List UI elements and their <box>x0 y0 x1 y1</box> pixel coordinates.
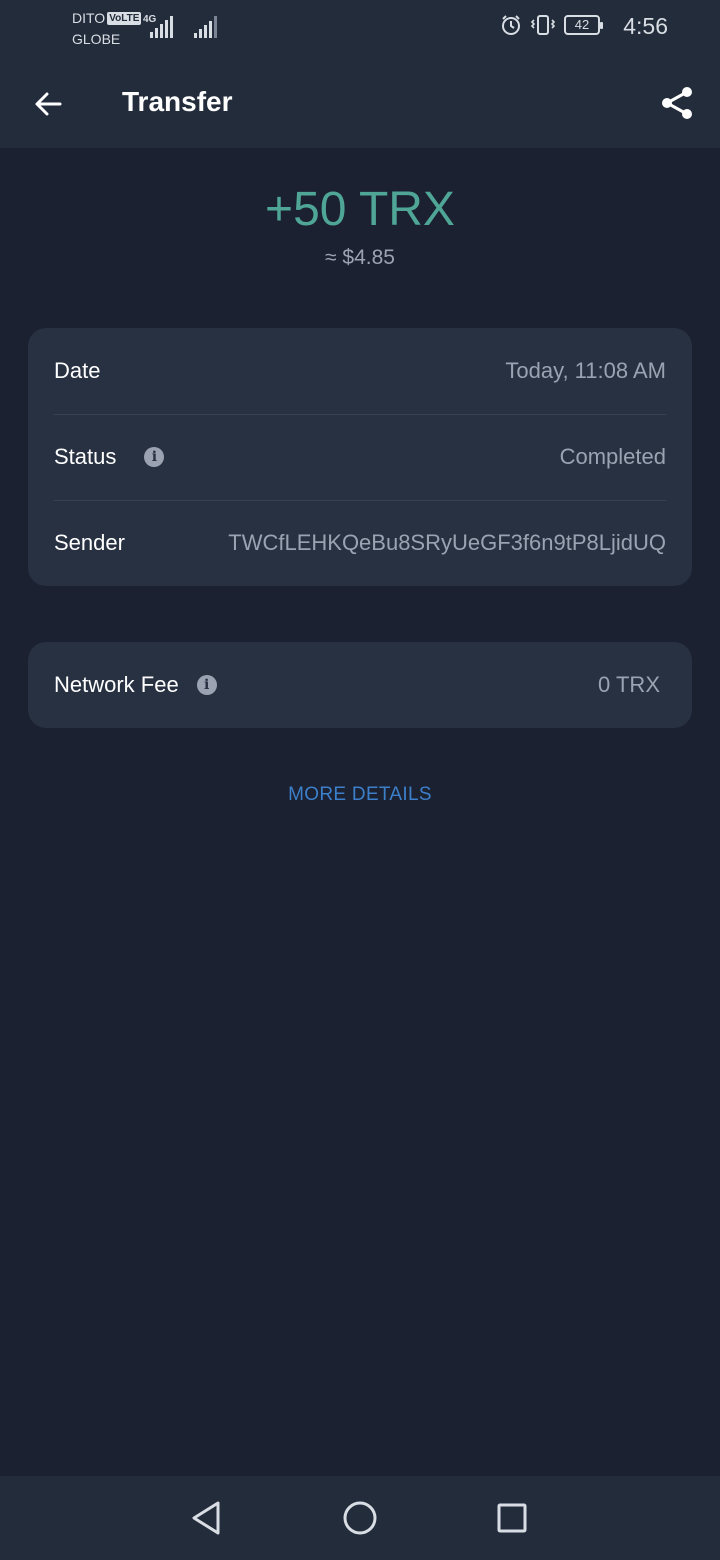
app-bar: Transfer <box>0 56 720 148</box>
nav-home-button[interactable] <box>340 1498 380 1538</box>
network-fee-card: Network Fee i 0 TRX <box>28 642 692 728</box>
transaction-details-card: Date Today, 11:08 AM Status i Completed … <box>28 328 692 586</box>
nav-recents-button[interactable] <box>492 1498 532 1538</box>
fee-label-group: Network Fee i <box>54 672 217 698</box>
transaction-amount: +50 TRX <box>265 183 455 236</box>
sender-address[interactable]: TWCfLEHKQeBu8SRyUeGF3f6n9tP8LjidUQ <box>228 530 666 556</box>
date-label: Date <box>54 358 101 383</box>
volte-badge: VoLTE <box>107 12 142 25</box>
detail-row-date: Date Today, 11:08 AM <box>54 328 666 414</box>
alarm-icon <box>502 15 520 35</box>
status-label: Status <box>54 444 117 469</box>
signal-strength-icon <box>150 16 173 38</box>
detail-row-status: Status i Completed <box>54 414 666 500</box>
status-value: Completed <box>559 444 666 469</box>
fee-value: 0 TRX <box>598 672 660 697</box>
battery-icon: 42 <box>564 15 603 35</box>
status-info-icon[interactable]: i <box>144 447 165 467</box>
circle-home-icon <box>343 1501 377 1535</box>
status-time: 4:56 <box>623 13 668 39</box>
fiat-value: ≈ $4.85 <box>325 246 395 269</box>
detail-row-sender: Sender TWCfLEHKQeBu8SRyUeGF3f6n9tP8LjidU… <box>54 500 666 586</box>
carrier-name-1: DITO <box>72 10 106 26</box>
fee-info-icon[interactable]: i <box>196 675 217 695</box>
share-button[interactable] <box>654 80 700 126</box>
carrier-name-2: GLOBE <box>72 31 121 47</box>
status-label-group: Status i <box>54 444 165 470</box>
triangle-back-icon <box>192 1501 220 1535</box>
back-button[interactable] <box>24 80 72 128</box>
nav-back-button[interactable] <box>186 1498 226 1538</box>
status-bar: DITO VoLTE GLOBE 4G 42 4:56 <box>0 0 720 56</box>
square-recents-icon <box>497 1503 527 1533</box>
fee-label: Network Fee <box>54 672 179 697</box>
vibrate-icon <box>530 15 556 35</box>
share-icon <box>662 87 692 119</box>
signal-strength-2-icon <box>194 16 217 38</box>
date-value: Today, 11:08 AM <box>505 358 666 383</box>
more-details-link[interactable]: MORE DETAILS <box>0 784 720 806</box>
system-nav-bar <box>0 1476 720 1560</box>
sender-label: Sender <box>54 530 125 555</box>
detail-row-fee: Network Fee i 0 TRX <box>54 642 660 728</box>
page-title: Transfer <box>122 86 233 117</box>
carrier-info: DITO VoLTE GLOBE <box>72 8 142 50</box>
arrow-left-icon <box>35 92 62 116</box>
